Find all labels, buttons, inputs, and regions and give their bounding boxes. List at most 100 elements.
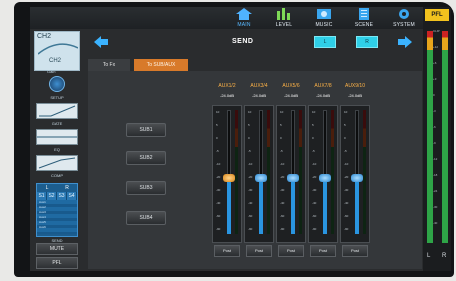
fader-fill <box>355 182 359 234</box>
sub1-button[interactable]: SUB1 <box>126 123 166 137</box>
route-s3[interactable]: S3 <box>57 192 67 200</box>
master-scale-tick: -30 <box>433 205 438 209</box>
strip-db: -24.0dB <box>283 93 298 98</box>
tab-system[interactable]: SYSTEM <box>386 7 422 29</box>
mixer-screen: MAIN LEVEL MUSIC SCENE SYSTEM CH2 CH2 Ga… <box>30 7 423 271</box>
scale-tick: -10 <box>280 162 285 166</box>
route-r[interactable]: R <box>57 184 77 192</box>
aux-strip: AUX7/8 -24.0dB 10 5 0 -5 -10 -20 -30 -40 -60 -90 Pos… <box>308 83 338 263</box>
tab-music[interactable]: MUSIC <box>306 7 342 29</box>
fader-cap[interactable] <box>223 174 235 183</box>
eq-label: EQ <box>54 147 60 152</box>
send-tabs: To Fx To SUB/AUX <box>88 59 422 71</box>
channel-name-box[interactable]: CH2 CH2 <box>34 31 80 71</box>
route-l[interactable]: L <box>37 184 57 192</box>
tab-music-label: MUSIC <box>315 22 333 28</box>
scale-tick: -40 <box>280 201 285 205</box>
scale-tick: 0 <box>312 136 314 140</box>
scale-tick: -90 <box>312 227 317 231</box>
master-scale-tick: +3 <box>433 77 437 81</box>
scale-tick: -30 <box>312 188 317 192</box>
eq-graph[interactable] <box>36 129 78 145</box>
route-s2[interactable]: S2 <box>47 192 57 200</box>
post-button[interactable]: Post <box>310 245 336 257</box>
route-s1[interactable]: S1 <box>37 192 47 200</box>
post-button[interactable]: Post <box>278 245 304 257</box>
sub2-button[interactable]: SUB2 <box>126 151 166 165</box>
fader-body: 10 5 0 -5 -10 -20 -30 -40 -60 -90 <box>276 105 306 243</box>
master-left-label: L <box>427 253 431 259</box>
comp-curve-icon <box>38 157 76 169</box>
arrow-right-icon[interactable] <box>398 36 412 48</box>
fader-cap[interactable] <box>255 174 267 183</box>
scale-tick: -60 <box>312 214 317 218</box>
route-s4[interactable]: S4 <box>67 192 77 200</box>
scale-tick: -60 <box>280 214 285 218</box>
strip-meter <box>267 110 270 234</box>
fader-cap[interactable] <box>319 174 331 183</box>
scale-tick: -20 <box>248 175 253 179</box>
fader-fill <box>291 182 295 234</box>
arrow-left-icon[interactable] <box>94 36 108 48</box>
scale-tick: 5 <box>344 123 346 127</box>
pfl-button[interactable]: PFL <box>36 257 78 269</box>
mini-row: Aux6 <box>39 225 46 229</box>
scale-tick: -90 <box>344 227 349 231</box>
tab-to-subaux[interactable]: To SUB/AUX <box>134 59 188 71</box>
sub3-button[interactable]: SUB3 <box>126 181 166 195</box>
aux-strip: AUX5/6 -24.0dB 10 5 0 -5 -10 -20 -30 -40 -60 -90 Pos… <box>276 83 306 263</box>
scale-tick: -40 <box>248 201 253 205</box>
scale-tick: 10 <box>216 110 220 114</box>
fader-cap[interactable] <box>287 174 299 183</box>
comp-graph[interactable] <box>36 155 78 171</box>
gear-icon <box>399 9 409 19</box>
fader-fill <box>259 182 263 234</box>
strip-name: AUX3/4 <box>250 83 268 89</box>
lr-row: L R <box>37 184 77 192</box>
master-scale: CLIP +12 +6 +3 0 -3 -6 -9 -12 -18 -24 -30 -40 <box>433 29 441 243</box>
strip-name: AUX1/2 <box>218 83 236 89</box>
scale-tick: 0 <box>216 136 218 140</box>
master-scale-tick: -18 <box>433 173 438 177</box>
page-title: SEND <box>232 38 254 45</box>
master-scale-tick: +6 <box>433 61 437 65</box>
scale-tick: 5 <box>312 123 314 127</box>
scale-tick: -40 <box>216 201 221 205</box>
sub-row: S1 S2 S3 S4 <box>37 192 77 200</box>
tab-main[interactable]: MAIN <box>226 7 262 29</box>
master-pfl-badge: PFL <box>425 9 449 21</box>
scale-tick: -5 <box>216 149 219 153</box>
scale-tick: 10 <box>248 110 252 114</box>
mute-button[interactable]: MUTE <box>36 243 78 255</box>
post-button[interactable]: Post <box>214 245 240 257</box>
scale-tick: -20 <box>216 175 221 179</box>
gain-knob-row: Gain <box>34 69 80 93</box>
strip-meter <box>363 110 366 234</box>
r-button[interactable]: R <box>356 36 378 48</box>
scale-tick: -30 <box>344 188 349 192</box>
fader-cap[interactable] <box>351 174 363 183</box>
routing-panel: L R S1 S2 S3 S4 Aux1 Aux2 Aux3 Aux4 Aux5… <box>36 183 78 237</box>
level-icon <box>277 8 290 20</box>
scale-tick: -20 <box>280 175 285 179</box>
fader-body: 10 5 0 -5 -10 -20 -30 -40 -60 -90 <box>308 105 338 243</box>
gain-knob[interactable] <box>49 76 65 92</box>
scale-tick: -5 <box>344 149 347 153</box>
strip-meter <box>331 110 334 234</box>
tab-level[interactable]: LEVEL <box>266 7 302 29</box>
post-button[interactable]: Post <box>246 245 272 257</box>
post-button[interactable]: Post <box>342 245 368 257</box>
tab-to-fx[interactable]: To Fx <box>88 59 130 71</box>
gate-graph[interactable] <box>36 103 78 119</box>
strip-name: AUX7/8 <box>314 83 332 89</box>
scale-tick: 0 <box>344 136 346 140</box>
master-panel: PFL CLIP +12 +6 +3 0 -3 -6 -9 -12 -18 -24 -30 -40 L … <box>423 7 451 271</box>
l-button[interactable]: L <box>314 36 336 48</box>
sub4-button[interactable]: SUB4 <box>126 211 166 225</box>
channel-name-bottom: CH2 <box>49 58 62 64</box>
send-header: SEND L R <box>84 31 423 53</box>
tab-scene[interactable]: SCENE <box>346 7 382 29</box>
scale-tick: -60 <box>216 214 221 218</box>
scale-tick: -40 <box>344 201 349 205</box>
channel-panel: CH2 CH2 Gain SETUP GATE EQ COMP L R S1 S… <box>34 31 80 269</box>
